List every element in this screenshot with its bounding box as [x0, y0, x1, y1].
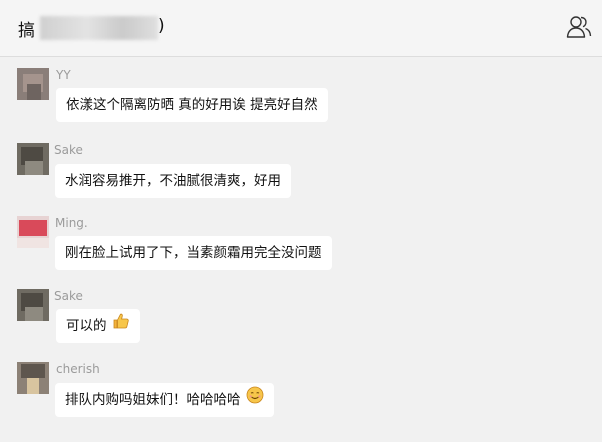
- thumbs-up-emoji-icon: [112, 309, 130, 343]
- avatar[interactable]: [17, 68, 49, 100]
- message-bubble[interactable]: 刚在脸上试用了下，当素颜霜用完全没问题: [55, 236, 332, 270]
- sender-name: cherish: [56, 362, 100, 376]
- message-bubble[interactable]: 可以的: [56, 309, 140, 343]
- message-bubble[interactable]: 排队内购吗姐妹们！哈哈哈哈: [55, 383, 274, 417]
- message-bubble[interactable]: 水润容易推开，不油腻很清爽，好用: [55, 164, 291, 198]
- smiling-face-emoji-icon: [246, 383, 264, 417]
- message-bubble[interactable]: 依漾这个隔离防晒 真的好用诶 提亮好自然: [56, 88, 328, 122]
- sender-name: Ming.: [55, 216, 88, 230]
- sender-name: Sake: [54, 289, 83, 303]
- group-members-icon[interactable]: [566, 15, 592, 39]
- message-text: 排队内购吗姐妹们！哈哈哈哈: [65, 392, 241, 408]
- avatar[interactable]: [17, 289, 49, 321]
- avatar[interactable]: [17, 143, 49, 175]
- sender-name: YY: [56, 68, 71, 82]
- avatar[interactable]: [17, 216, 49, 248]
- chat-header: 搞 ): [0, 0, 602, 57]
- sender-name: Sake: [54, 143, 83, 157]
- chat-title: 搞 ): [18, 16, 165, 41]
- message-text: 可以的: [66, 318, 107, 334]
- chat-title-suffix: ): [158, 16, 165, 36]
- avatar[interactable]: [17, 362, 49, 394]
- title-redaction-blur: [40, 16, 158, 40]
- chat-title-text: 搞: [18, 21, 36, 41]
